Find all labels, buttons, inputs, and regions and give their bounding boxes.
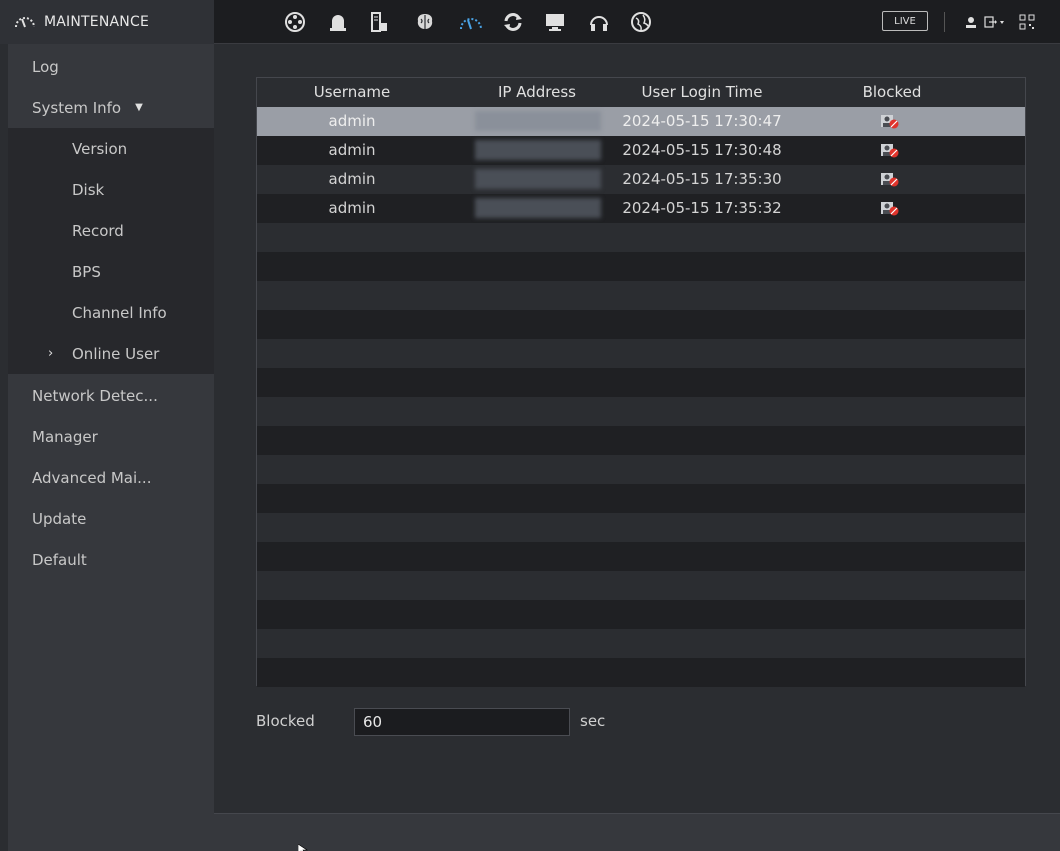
login-time-cell: 2024-05-15 17:30:47 [622,112,782,130]
empty-row [257,600,1025,629]
sidebar-item-version[interactable]: Version [8,128,214,169]
username-cell: admin [328,199,376,217]
sidebar-item-label: Disk [72,180,105,199]
empty-row [257,281,1025,310]
empty-row [257,455,1025,484]
sidebar-item-system-info[interactable]: System Info ▼ [8,87,214,128]
empty-row [257,571,1025,600]
column-header-blocked[interactable]: Blocked [837,83,947,101]
blocked-duration-input[interactable] [354,708,570,736]
empty-row [257,426,1025,455]
qr-icon[interactable] [1012,8,1042,36]
ip-address-cell-redacted [475,198,601,218]
block-user-icon[interactable] [881,201,899,216]
footer-bar [214,813,1060,851]
page-title: MAINTENANCE [44,14,149,30]
app-title-bar: MAINTENANCE [0,0,214,44]
refresh-icon[interactable] [498,8,528,36]
blocked-duration-unit: sec [580,712,606,730]
brain-icon[interactable] [410,8,440,36]
ip-address-cell-redacted [475,169,601,189]
sidebar-item-label: BPS [72,262,101,281]
ip-address-cell-redacted [475,140,601,160]
empty-row [257,658,1025,687]
sidebar-item-update[interactable]: Update [8,498,214,539]
chevron-right-icon: › [48,346,54,361]
table-row[interactable]: admin 2024-05-15 17:30:47 [257,107,1025,136]
mouse-cursor-icon [297,840,308,851]
sidebar-item-label: Log [32,57,59,76]
block-user-icon[interactable] [881,114,899,129]
live-button[interactable]: LIVE [882,11,928,31]
gauge-icon [14,12,36,34]
table-header: Username IP Address User Login Time Bloc… [257,78,1025,107]
block-user-icon[interactable] [881,143,899,158]
sidebar-item-label: Manager [32,427,98,446]
empty-row [257,397,1025,426]
sidebar-item-label: Channel Info [72,303,167,322]
empty-row [257,513,1025,542]
online-user-table: Username IP Address User Login Time Bloc… [256,77,1026,687]
sidebar-item-default[interactable]: Default [8,539,214,580]
empty-row [257,310,1025,339]
empty-row [257,339,1025,368]
sidebar: Log System Info ▼ Version Disk Record BPS… [8,44,214,851]
sidebar-item-log[interactable]: Log [8,46,214,87]
column-header-username[interactable]: Username [297,83,407,101]
caret-down-icon: ▼ [135,102,143,113]
sidebar-item-channel-info[interactable]: Channel Info [8,292,214,333]
alarm-light-icon[interactable] [323,8,353,36]
film-reel-icon[interactable] [280,8,310,36]
empty-row [257,252,1025,281]
logout-icon[interactable] [980,8,1010,36]
sidebar-item-label: System Info [32,98,122,117]
sidebar-item-online-user[interactable]: › Online User [8,333,214,374]
storage-device-icon[interactable] [364,8,394,36]
empty-row [257,368,1025,397]
empty-row [257,542,1025,571]
sidebar-item-label: Default [32,550,87,569]
headset-icon[interactable] [584,8,614,36]
sidebar-item-label: Network Detec... [32,386,158,405]
table-row[interactable]: admin 2024-05-15 17:35:32 [257,194,1025,223]
login-time-cell: 2024-05-15 17:30:48 [622,141,782,159]
login-time-cell: 2024-05-15 17:35:32 [622,199,782,217]
table-row[interactable]: admin 2024-05-15 17:35:30 [257,165,1025,194]
column-header-ip-address[interactable]: IP Address [467,83,607,101]
empty-row [257,629,1025,658]
username-cell: admin [328,170,376,188]
column-header-login-time[interactable]: User Login Time [617,83,787,101]
sidebar-item-bps[interactable]: BPS [8,251,214,292]
sidebar-item-label: Online User [72,344,160,363]
main-panel: Username IP Address User Login Time Bloc… [214,44,1060,851]
gauge-icon[interactable] [456,8,486,36]
sidebar-item-disk[interactable]: Disk [8,169,214,210]
sidebar-item-label: Advanced Mai... [32,468,152,487]
top-bar: MAINTENANCE LIVE [0,0,1060,44]
login-time-cell: 2024-05-15 17:35:30 [622,170,782,188]
username-cell: admin [328,112,376,130]
sidebar-item-advanced-maintain[interactable]: Advanced Mai... [8,457,214,498]
ip-address-cell-redacted [475,111,601,131]
block-user-icon[interactable] [881,172,899,187]
sidebar-item-label: Update [32,509,87,528]
sidebar-item-label: Version [72,139,128,158]
blocked-duration-label: Blocked [256,712,315,730]
monitor-icon[interactable] [540,8,570,36]
username-cell: admin [328,141,376,159]
toolbar-divider [944,12,945,32]
sidebar-item-record[interactable]: Record [8,210,214,251]
sidebar-item-label: Record [72,221,124,240]
table-row[interactable]: admin 2024-05-15 17:30:48 [257,136,1025,165]
sidebar-item-network-detect[interactable]: Network Detec... [8,375,214,416]
empty-row [257,223,1025,252]
sidebar-item-manager[interactable]: Manager [8,416,214,457]
globe-icon[interactable] [626,8,656,36]
empty-row [257,484,1025,513]
